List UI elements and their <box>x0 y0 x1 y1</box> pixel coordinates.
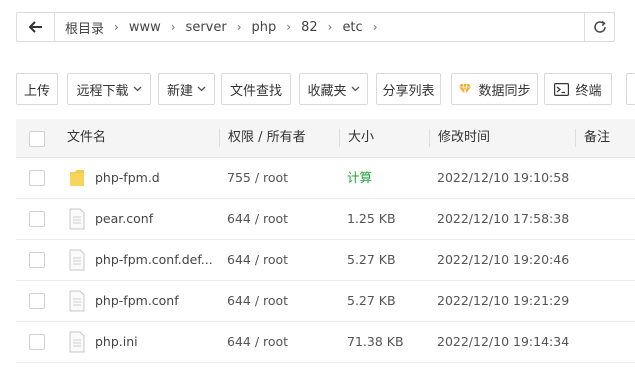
file-size: 5.27 KB <box>347 252 396 267</box>
terminal-icon <box>554 82 570 96</box>
file-search-button[interactable]: 文件查找 <box>221 73 291 105</box>
back-button[interactable] <box>17 13 55 41</box>
arrow-left-icon <box>28 21 42 33</box>
file-mtime: 2022/12/10 17:58:38 <box>437 211 570 226</box>
refresh-icon <box>593 20 606 33</box>
breadcrumb-item-www[interactable]: www <box>125 20 165 35</box>
file-name[interactable]: php.ini <box>95 322 138 362</box>
row-checkbox[interactable] <box>29 170 45 186</box>
chevron-down-icon <box>197 86 206 92</box>
file-size: 5.27 KB <box>347 293 396 308</box>
chevron-down-icon <box>133 86 141 92</box>
file-icon <box>69 331 85 353</box>
row-checkbox[interactable] <box>29 293 45 309</box>
file-search-label: 文件查找 <box>229 83 282 99</box>
upload-label: 上传 <box>23 83 50 99</box>
file-mtime: 2022/12/10 19:21:29 <box>437 293 570 308</box>
header-divider <box>219 129 220 147</box>
file-mtime: 2022/12/10 19:10:58 <box>437 170 570 185</box>
table-row[interactable]: php-fpm.conf.def... 644 / root 5.27 KB 2… <box>16 240 635 281</box>
refresh-button[interactable] <box>584 13 614 41</box>
data-sync-button[interactable]: 数据同步 <box>451 73 538 105</box>
row-checkbox[interactable] <box>29 211 45 227</box>
table-row[interactable]: php.ini 644 / root 71.38 KB 2022/12/10 1… <box>16 322 635 363</box>
upload-button[interactable]: 上传 <box>16 73 58 105</box>
terminal-button[interactable]: 终端 <box>544 73 612 105</box>
file-permission[interactable]: 755 / root <box>227 158 288 198</box>
terminal-label: 终端 <box>575 83 602 99</box>
breadcrumb: 根目录 › www › server › php › 82 › etc › <box>61 13 384 41</box>
file-size: 1.25 KB <box>347 211 396 226</box>
file-name[interactable]: php-fpm.conf.def... <box>95 240 213 280</box>
breadcrumb-separator: › <box>372 20 378 34</box>
more-button[interactable] <box>626 73 635 105</box>
breadcrumb-item-server[interactable]: server <box>182 20 231 35</box>
breadcrumb-separator: › <box>114 20 119 34</box>
chevron-down-icon <box>351 86 359 92</box>
header-size[interactable]: 大小 <box>348 119 374 157</box>
table-header: 文件名 权限 / 所有者 大小 修改时间 备注 <box>16 119 635 158</box>
breadcrumb-separator: › <box>236 20 242 34</box>
row-checkbox[interactable] <box>29 334 45 350</box>
favorites-button[interactable]: 收藏夹 <box>299 73 368 105</box>
select-all-checkbox[interactable] <box>29 131 45 147</box>
breadcrumb-separator: › <box>327 20 333 34</box>
data-sync-label: 数据同步 <box>478 83 531 99</box>
path-bar: 根目录 › www › server › php › 82 › etc › <box>16 12 615 42</box>
share-list-label: 分享列表 <box>382 83 435 99</box>
header-permission[interactable]: 权限 / 所有者 <box>228 119 306 157</box>
file-permission[interactable]: 644 / root <box>227 281 288 321</box>
header-divider <box>429 129 430 147</box>
header-note: 备注 <box>584 130 611 145</box>
row-checkbox[interactable] <box>29 252 45 268</box>
file-icon <box>69 290 85 312</box>
file-size: 71.38 KB <box>347 334 404 349</box>
header-mtime[interactable]: 修改时间 <box>438 119 490 157</box>
new-button[interactable]: 新建 <box>158 73 215 105</box>
breadcrumb-item-etc[interactable]: etc <box>338 20 366 35</box>
breadcrumb-item-php[interactable]: php <box>248 20 281 35</box>
file-name[interactable]: pear.conf <box>95 199 153 239</box>
gem-icon <box>458 83 472 95</box>
breadcrumb-separator: › <box>170 20 176 34</box>
file-icon <box>69 208 85 230</box>
header-name[interactable]: 文件名 <box>67 119 106 157</box>
remote-download-label: 远程下载 <box>76 83 129 99</box>
breadcrumb-item-root[interactable]: 根目录 <box>61 18 108 37</box>
toolbar: 上传 远程下载 新建 文件查找 收藏夹 分享列表 数据同步 终端 <box>16 73 635 105</box>
calculate-size-link[interactable]: 计算 <box>347 158 372 198</box>
breadcrumb-item-82[interactable]: 82 <box>297 20 322 35</box>
share-list-button[interactable]: 分享列表 <box>376 73 441 105</box>
folder-icon <box>70 170 84 186</box>
new-label: 新建 <box>166 83 193 99</box>
file-mtime: 2022/12/10 19:14:34 <box>437 334 570 349</box>
file-icon <box>69 249 85 271</box>
table-row[interactable]: php-fpm.conf 644 / root 5.27 KB 2022/12/… <box>16 281 635 322</box>
favorites-label: 收藏夹 <box>307 83 347 99</box>
table-row[interactable]: pear.conf 644 / root 1.25 KB 2022/12/10 … <box>16 199 635 240</box>
file-name[interactable]: php-fpm.conf <box>95 281 179 321</box>
header-divider <box>339 129 340 147</box>
file-permission[interactable]: 644 / root <box>227 240 288 280</box>
file-mtime: 2022/12/10 19:20:46 <box>437 252 570 267</box>
file-permission[interactable]: 644 / root <box>227 199 288 239</box>
table-row[interactable]: php-fpm.d 755 / root 计算 2022/12/10 19:10… <box>16 158 635 199</box>
remote-download-button[interactable]: 远程下载 <box>67 73 151 105</box>
header-divider <box>575 129 576 147</box>
file-permission[interactable]: 644 / root <box>227 322 288 362</box>
file-name[interactable]: php-fpm.d <box>95 158 160 198</box>
file-table: 文件名 权限 / 所有者 大小 修改时间 备注 php-fpm.d 755 / … <box>16 119 635 363</box>
breadcrumb-separator: › <box>286 20 292 34</box>
